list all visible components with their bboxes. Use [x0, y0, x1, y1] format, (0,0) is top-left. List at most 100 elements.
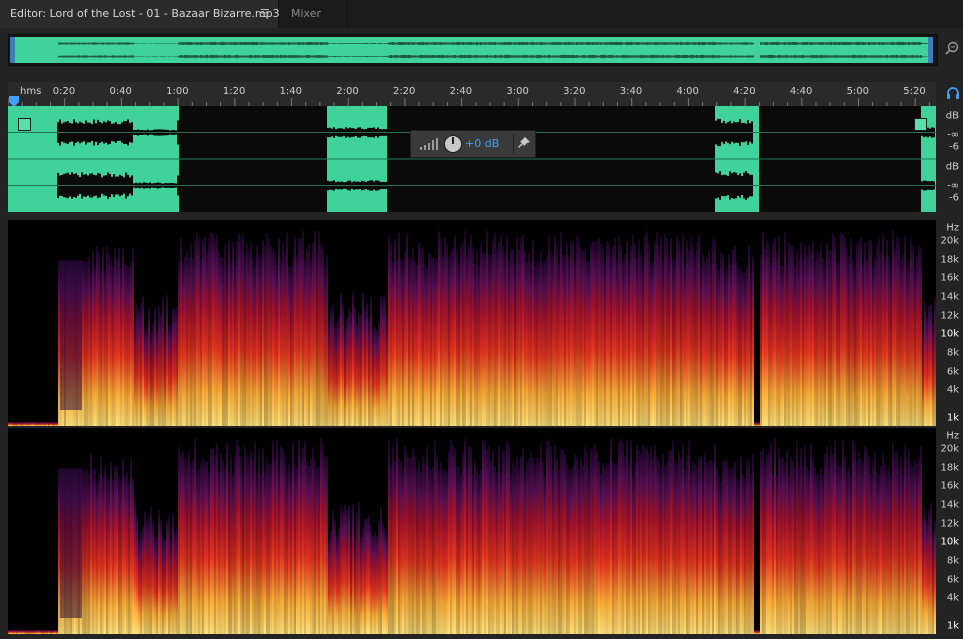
spectrum-column: [330, 307, 332, 426]
time-ruler[interactable]: hms 0:20 0:40 1:00 1:20 1:40 2:00 2:20 2:40 3:00…: [8, 82, 936, 107]
spectrum-column: [578, 237, 580, 426]
ruler-tick-label: 3:40: [619, 86, 643, 97]
spectrum-column: [444, 237, 446, 426]
fade-out-handle[interactable]: [914, 118, 927, 131]
volume-knob-icon[interactable]: [443, 134, 463, 154]
spectrum-column: [478, 474, 480, 634]
overview-visible-range: [13, 37, 933, 63]
ruler-tick-label: 2:00: [336, 86, 359, 97]
spectrum-column: [748, 245, 750, 426]
spectrum-column: [552, 255, 554, 426]
waveform-channels: [8, 106, 936, 212]
spectrum-column: [924, 302, 926, 426]
spectrum-column: [276, 265, 278, 426]
spectrum-column: [660, 467, 662, 634]
spectrum-column: [252, 460, 254, 634]
spectrum-column: [320, 242, 322, 426]
spectrum-column: [854, 265, 856, 426]
zoom-icon[interactable]: [944, 40, 960, 56]
spectrum-column: [902, 474, 904, 634]
volume-hud[interactable]: +0 dB: [410, 130, 536, 158]
spectrogram-left-channel[interactable]: [8, 220, 936, 426]
spectrum-column: [28, 630, 30, 634]
spectrum-column: [564, 254, 566, 426]
spectrum-column: [418, 459, 420, 634]
spectrum-column: [380, 505, 382, 634]
spectrum-column: [412, 247, 414, 426]
spectrum-column: [790, 455, 792, 634]
spectrum-column: [794, 468, 796, 634]
spectrum-column: [826, 446, 828, 634]
ruler-tick-label: 2:20: [392, 86, 416, 97]
spectrum-column: [116, 258, 118, 426]
spectrum-column: [784, 462, 786, 634]
spectrum-column: [86, 261, 88, 426]
spectrum-column: [822, 258, 824, 426]
spectrum-column: [658, 245, 660, 426]
hz-tick-label: 4k: [946, 592, 959, 604]
spectrum-column: [602, 247, 604, 426]
fade-in-handle[interactable]: [18, 118, 31, 131]
pin-icon[interactable]: [517, 136, 531, 150]
headphones-icon[interactable]: [946, 86, 960, 100]
spectrum-column: [430, 469, 432, 634]
spectrum-column: [544, 260, 546, 426]
spectrum-column: [686, 240, 688, 426]
spectrum-column: [926, 317, 928, 426]
spectrum-column: [264, 245, 266, 426]
spectrum-column: [472, 247, 474, 426]
spectrum-column: [908, 261, 910, 426]
spectrum-column: [816, 473, 818, 634]
spectrum-column: [782, 265, 784, 426]
volume-value[interactable]: +0 dB: [465, 137, 499, 150]
spectrum-column: [86, 469, 88, 634]
spectrum-column: [126, 471, 128, 634]
spectrum-column: [308, 243, 310, 426]
spectrum-column: [678, 450, 680, 634]
spectrogram-right-channel[interactable]: [8, 428, 936, 634]
spectrum-column: [306, 461, 308, 634]
panel-menu-icon[interactable]: ☰: [260, 7, 270, 20]
spectrum-column: [906, 457, 908, 634]
spectrum-column: [598, 461, 600, 634]
spectrum-column: [604, 262, 606, 426]
spectrum-column: [492, 449, 494, 634]
spectrum-column: [376, 329, 378, 426]
spectrum-column: [224, 244, 226, 426]
hz-tick-label: 18k: [940, 254, 959, 266]
spectrum-column: [914, 460, 916, 634]
spectrum-column: [546, 438, 548, 634]
spectrum-column: [170, 540, 172, 634]
spectrum-column: [870, 239, 872, 426]
spectrum-column: [934, 521, 936, 634]
spectrum-column: [820, 243, 822, 426]
spectrum-column: [38, 630, 40, 634]
spectrum-column: [398, 232, 400, 426]
spectrum-column: [106, 475, 108, 634]
spectrum-column: [258, 253, 260, 426]
spectrum-column: [894, 247, 896, 426]
spectrum-column: [888, 467, 890, 634]
tab-editor[interactable]: Editor: Lord of the Lost - 01 - Bazaar B…: [0, 0, 280, 28]
spectrum-column: [236, 241, 238, 426]
overview-navigator[interactable]: [8, 34, 938, 66]
spectrum-column: [654, 241, 656, 426]
spectrum-column: [518, 249, 520, 426]
waveform-editor[interactable]: [8, 106, 936, 212]
spectrum-column: [348, 307, 350, 426]
spectrum-column: [848, 466, 850, 634]
tab-editor-label: Editor: Lord of the Lost - 01 - Bazaar B…: [10, 7, 280, 20]
spectrum-column: [504, 252, 506, 426]
spectrum-column: [822, 475, 824, 634]
spectrum-column: [416, 265, 418, 426]
ruler-tick-label: 5:00: [846, 86, 870, 97]
spectrum-column: [556, 245, 558, 426]
spectrum-column: [568, 468, 570, 634]
spectrum-column: [674, 258, 676, 426]
tab-mixer[interactable]: Mixer: [279, 0, 348, 28]
spectrum-column: [872, 461, 874, 634]
panel-divider[interactable]: [8, 212, 936, 222]
spectrum-column: [268, 238, 270, 426]
spectrum-column: [758, 422, 760, 426]
spectrum-column: [724, 459, 726, 634]
